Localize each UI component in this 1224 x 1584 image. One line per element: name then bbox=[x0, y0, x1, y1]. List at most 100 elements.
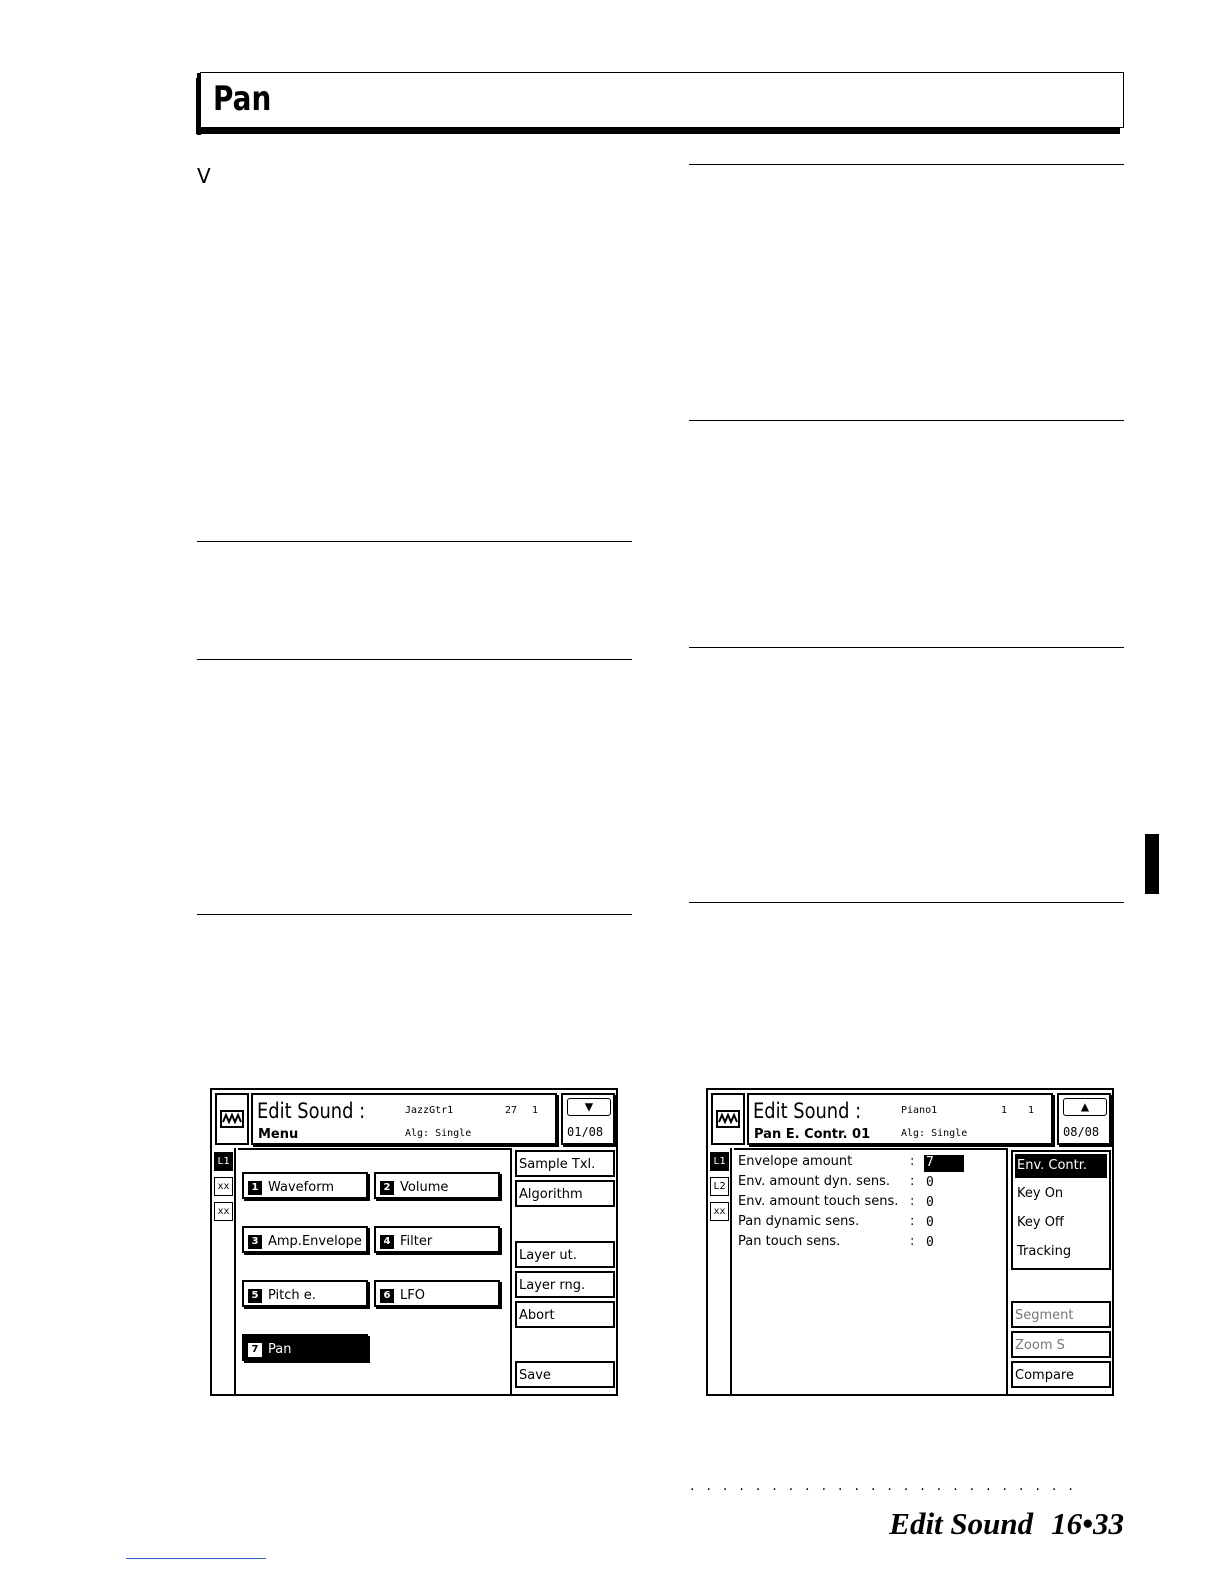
sound-bank: 1 bbox=[1028, 1105, 1035, 1116]
lcd-subtitle: Menu bbox=[258, 1127, 299, 1142]
page-indicator[interactable]: ▼ 01/08 bbox=[561, 1093, 615, 1145]
abort-button[interactable]: Abort bbox=[515, 1301, 615, 1328]
footer-label: Edit Sound bbox=[889, 1506, 1034, 1541]
button-number: 7 bbox=[248, 1342, 262, 1357]
param-value[interactable]: 0 bbox=[924, 1175, 964, 1192]
param-value[interactable]: 7 bbox=[924, 1155, 964, 1172]
param-colon: : bbox=[910, 1194, 915, 1209]
button-label: LFO bbox=[400, 1288, 425, 1303]
param-row[interactable]: Env. amount touch sens.:0 bbox=[738, 1194, 1004, 1214]
lcd-subtitle: Pan E. Contr. 01 bbox=[754, 1127, 871, 1142]
algorithm-button[interactable]: Algorithm bbox=[515, 1180, 615, 1207]
waveform-icon[interactable] bbox=[215, 1093, 249, 1145]
section-title: Pan bbox=[213, 79, 272, 119]
button-number: 2 bbox=[380, 1180, 394, 1195]
layer-tab[interactable]: xx bbox=[214, 1202, 233, 1221]
title-bar-accent bbox=[197, 73, 201, 135]
menu-button-lfo[interactable]: 6 LFO bbox=[374, 1280, 500, 1307]
param-value[interactable]: 0 bbox=[924, 1195, 964, 1212]
param-value[interactable]: 0 bbox=[924, 1215, 964, 1232]
button-label: Waveform bbox=[268, 1180, 334, 1195]
sound-number: 1 bbox=[1001, 1105, 1008, 1116]
button-label: Volume bbox=[400, 1180, 449, 1195]
footer-dots: ························ bbox=[690, 1482, 1085, 1498]
page-up-icon[interactable]: ▲ bbox=[1063, 1098, 1107, 1116]
button-label: Filter bbox=[400, 1234, 433, 1249]
param-row[interactable]: Pan dynamic sens.:0 bbox=[738, 1214, 1004, 1234]
layer-ut-button[interactable]: Layer ut. bbox=[515, 1241, 615, 1268]
rule-right-3 bbox=[689, 647, 1124, 648]
rule-left-2 bbox=[197, 659, 632, 660]
button-number: 5 bbox=[248, 1288, 262, 1303]
env-contr-button[interactable]: Env. Contr. bbox=[1015, 1154, 1107, 1178]
param-row[interactable]: Envelope amount:7 bbox=[738, 1154, 1004, 1174]
key-off-button[interactable]: Key Off bbox=[1015, 1211, 1107, 1235]
parameter-area: Envelope amount:7 Env. amount dyn. sens.… bbox=[734, 1148, 1006, 1394]
menu-button-filter[interactable]: 4 Filter bbox=[374, 1226, 500, 1253]
button-label: Amp.Envelope bbox=[268, 1234, 362, 1249]
param-label: Env. amount dyn. sens. bbox=[738, 1174, 891, 1189]
param-label: Pan touch sens. bbox=[738, 1234, 841, 1249]
layer-tab[interactable]: L1 bbox=[214, 1152, 233, 1171]
rule-right-4 bbox=[689, 902, 1124, 903]
zoom-button[interactable]: Zoom S bbox=[1011, 1331, 1111, 1358]
param-label: Pan dynamic sens. bbox=[738, 1214, 860, 1229]
layer-tab[interactable]: L2 bbox=[710, 1177, 729, 1196]
sound-name: JazzGtr1 bbox=[405, 1105, 454, 1116]
rule-left-3 bbox=[197, 914, 632, 915]
button-number: 4 bbox=[380, 1234, 394, 1249]
layer-tab[interactable]: L1 bbox=[710, 1152, 729, 1171]
layer-column: L1 L2 xx bbox=[708, 1148, 732, 1394]
algorithm-label: Alg: Single bbox=[901, 1128, 968, 1139]
lcd-title: Edit Sound : bbox=[257, 1099, 366, 1123]
page-indicator[interactable]: ▲ 08/08 bbox=[1057, 1093, 1111, 1145]
button-number: 6 bbox=[380, 1288, 394, 1303]
footer-page-number: 16•33 bbox=[1051, 1506, 1124, 1541]
menu-button-amp-envelope[interactable]: 3 Amp.Envelope bbox=[242, 1226, 368, 1253]
page-footer: Edit Sound 16•33 bbox=[889, 1506, 1124, 1542]
menu-button-pan[interactable]: 7 Pan bbox=[242, 1334, 368, 1361]
layer-tab[interactable]: xx bbox=[214, 1177, 233, 1196]
lcd-title: Edit Sound : bbox=[753, 1099, 862, 1123]
rule-left-1 bbox=[197, 541, 632, 542]
lcd-screen-menu: Edit Sound : Menu JazzGtr1 2 7 1 Alg: Sin… bbox=[210, 1088, 618, 1396]
algorithm-label: Alg: Single bbox=[405, 1128, 472, 1139]
menu-button-volume[interactable]: 2 Volume bbox=[374, 1172, 500, 1199]
save-button[interactable]: Save bbox=[515, 1361, 615, 1388]
key-on-button[interactable]: Key On bbox=[1015, 1182, 1107, 1206]
rule-right-2 bbox=[689, 420, 1124, 421]
page-number: 01/08 bbox=[567, 1125, 604, 1139]
envelope-group: Env. Contr. Key On Key Off Tracking bbox=[1011, 1150, 1111, 1270]
menu-area: 1 Waveform 2 Volume 3 Amp.Envelope 4 Filter … bbox=[238, 1148, 510, 1394]
menu-button-pitch[interactable]: 5 Pitch e. bbox=[242, 1280, 368, 1307]
waveform-icon[interactable] bbox=[711, 1093, 745, 1145]
button-label: Pitch e. bbox=[268, 1288, 316, 1303]
link-underline bbox=[126, 1558, 266, 1559]
layer-rng-button[interactable]: Layer rng. bbox=[515, 1271, 615, 1298]
param-row[interactable]: Env. amount dyn. sens.:0 bbox=[738, 1174, 1004, 1194]
button-number: 1 bbox=[248, 1180, 262, 1195]
param-row[interactable]: Pan touch sens.:0 bbox=[738, 1234, 1004, 1254]
menu-button-waveform[interactable]: 1 Waveform bbox=[242, 1172, 368, 1199]
param-colon: : bbox=[910, 1214, 915, 1229]
param-colon: : bbox=[910, 1234, 915, 1249]
sound-bank: 1 bbox=[532, 1105, 539, 1116]
button-number: 3 bbox=[248, 1234, 262, 1249]
param-label: Env. amount touch sens. bbox=[738, 1194, 899, 1209]
sound-name: Piano1 bbox=[901, 1105, 938, 1116]
chapter-tab bbox=[1145, 834, 1159, 894]
body-text-fragment: V bbox=[197, 164, 211, 188]
page-number: 08/08 bbox=[1063, 1125, 1100, 1139]
page-down-icon[interactable]: ▼ bbox=[567, 1098, 611, 1116]
lcd-header: Edit Sound : Pan E. Contr. 01 Piano1 1 1… bbox=[747, 1093, 1053, 1145]
param-value[interactable]: 0 bbox=[924, 1235, 964, 1252]
button-label: Pan bbox=[268, 1342, 292, 1357]
sample-txl-button[interactable]: Sample Txl. bbox=[515, 1150, 615, 1177]
side-buttons: Env. Contr. Key On Key Off Tracking Segm… bbox=[1006, 1148, 1112, 1394]
param-colon: : bbox=[910, 1174, 915, 1189]
tracking-button[interactable]: Tracking bbox=[1015, 1240, 1107, 1264]
layer-tab[interactable]: xx bbox=[710, 1202, 729, 1221]
compare-button[interactable]: Compare bbox=[1011, 1361, 1111, 1388]
side-buttons: Sample Txl. Algorithm Layer ut. Layer rn… bbox=[510, 1148, 616, 1394]
segment-button[interactable]: Segment bbox=[1011, 1301, 1111, 1328]
